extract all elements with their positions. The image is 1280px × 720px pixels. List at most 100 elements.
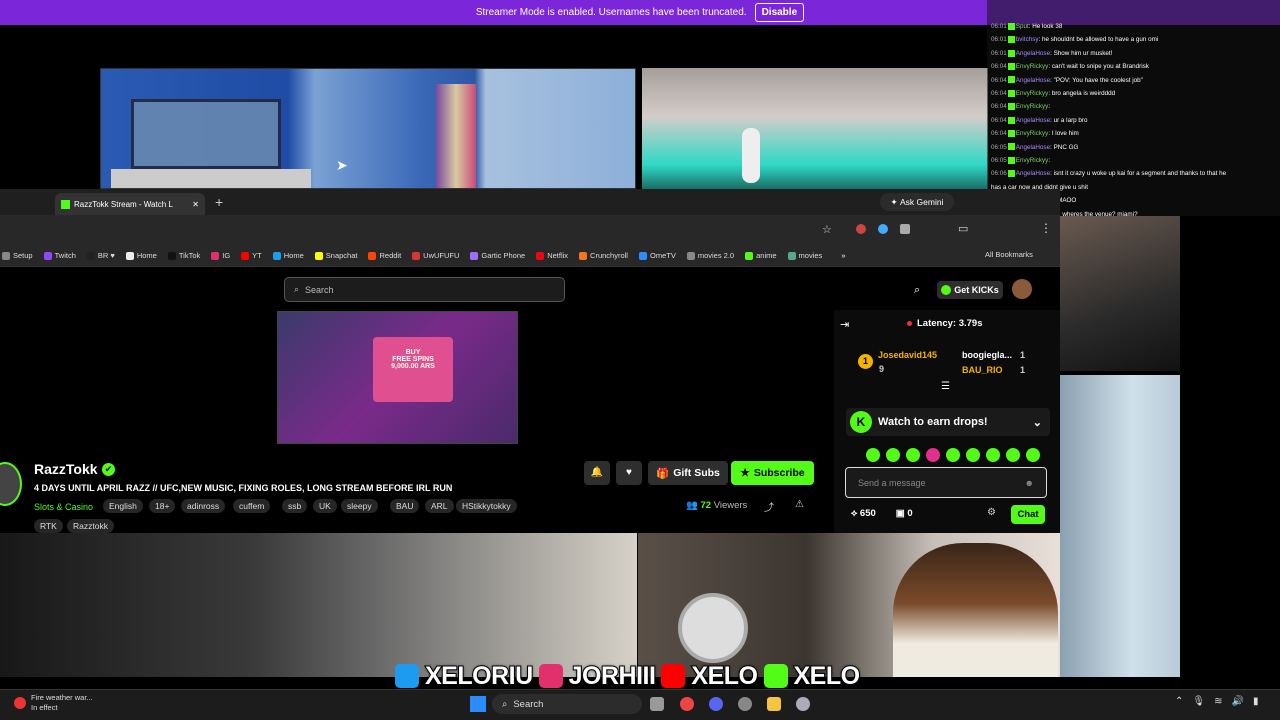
- extension-icon[interactable]: [900, 224, 910, 234]
- stream-tag[interactable]: cuffem: [233, 499, 271, 513]
- bookmark-item[interactable]: anime: [745, 251, 777, 260]
- chat-username[interactable]: AngelaHose: [1016, 77, 1050, 84]
- stream-tag[interactable]: ARL: [425, 499, 454, 513]
- stream-tag[interactable]: UK: [313, 499, 337, 513]
- more-bookmarks-icon[interactable]: »: [841, 251, 845, 260]
- chat-username[interactable]: EnvyRickyy: [1016, 90, 1049, 97]
- taskbar-search[interactable]: ⌕ Search: [492, 694, 642, 714]
- bookmark-item[interactable]: Home: [125, 251, 157, 260]
- wifi-icon[interactable]: ≋: [1214, 696, 1222, 707]
- chrome-icon[interactable]: [680, 697, 694, 711]
- bookmark-item[interactable]: Reddit: [368, 251, 401, 260]
- menu-icon[interactable]: ⋮: [1040, 221, 1052, 235]
- mic-icon[interactable]: 🎙: [1192, 696, 1205, 707]
- bookmark-item[interactable]: Snapchat: [314, 251, 357, 260]
- notification-bell-button[interactable]: 🔔: [584, 461, 610, 485]
- volume-icon[interactable]: 🔊: [1231, 696, 1243, 707]
- stream-video-player[interactable]: BUY FREE SPINS 9,000.00 ARS: [277, 311, 518, 444]
- extension-icon[interactable]: [856, 224, 866, 234]
- sidebar-icon[interactable]: ▭: [958, 222, 968, 235]
- chat-username[interactable]: EnvyRickyy: [1016, 103, 1049, 110]
- search-input[interactable]: ⌕ Search: [284, 277, 565, 302]
- stream-tag[interactable]: sleepy: [341, 499, 378, 513]
- bookmark-item[interactable]: Crunchyroll: [579, 251, 628, 260]
- chat-username[interactable]: AngelaHose: [1016, 144, 1050, 151]
- stream-tag[interactable]: Razztokk: [67, 519, 114, 533]
- chat-username[interactable]: EnvyRickyy: [1016, 130, 1049, 137]
- gear-icon[interactable]: ⚙: [987, 507, 996, 518]
- chat-username[interactable]: EnvyRickyy: [1016, 63, 1049, 70]
- extension-icon[interactable]: [878, 224, 888, 234]
- new-tab-button[interactable]: +: [215, 194, 223, 210]
- bookmark-item[interactable]: movies 2.0: [686, 251, 734, 260]
- get-kicks-button[interactable]: Get KICKs: [937, 281, 1003, 299]
- windows-start-icon[interactable]: [470, 696, 486, 712]
- bookmark-star-icon[interactable]: ☆: [822, 223, 832, 236]
- emote-icon[interactable]: [946, 448, 960, 462]
- search-icon[interactable]: ⌕: [914, 284, 920, 297]
- leaderboard-user-2[interactable]: boogiegla...: [962, 350, 1012, 360]
- bookmark-item[interactable]: movies: [787, 251, 822, 260]
- category-link[interactable]: Slots & Casino: [34, 502, 93, 512]
- chat-username[interactable]: Sput: [1016, 23, 1029, 30]
- drops-banner[interactable]: K Watch to earn drops! ⌄: [846, 408, 1050, 436]
- file-explorer-icon[interactable]: [767, 697, 781, 711]
- stream-tag[interactable]: adinross: [181, 499, 226, 513]
- weather-widget[interactable]: Fire weather war... In effect: [14, 693, 93, 713]
- follow-heart-button[interactable]: ♥: [616, 461, 642, 485]
- emote-icon[interactable]: [886, 448, 900, 462]
- subscribe-button[interactable]: ★ Subscribe: [731, 461, 814, 485]
- chat-username[interactable]: bvitchsy: [1016, 36, 1039, 43]
- battery-icon[interactable]: ▮: [1253, 696, 1259, 707]
- bookmark-item[interactable]: Netflix: [536, 251, 568, 260]
- report-icon[interactable]: ⚠: [795, 499, 804, 510]
- bookmark-item[interactable]: UwUFUFU: [412, 251, 459, 260]
- share-icon[interactable]: ⤴: [764, 499, 774, 514]
- stream-tag[interactable]: RTK: [34, 519, 63, 533]
- leaderboard-user-3[interactable]: BAU_RIO: [962, 365, 1003, 375]
- emote-icon[interactable]: [1006, 448, 1020, 462]
- emote-icon[interactable]: [866, 448, 880, 462]
- chat-username[interactable]: AngelaHose: [1016, 117, 1050, 124]
- chat-username[interactable]: AngelaHose: [1016, 50, 1050, 57]
- bookmark-item[interactable]: BR ♥: [86, 251, 115, 260]
- stream-tag[interactable]: HStikkytokky: [456, 499, 517, 513]
- bookmark-item[interactable]: YT: [241, 251, 262, 260]
- collapse-chat-icon[interactable]: ⇥: [840, 318, 849, 331]
- chat-username[interactable]: EnvyRickyy: [1016, 157, 1049, 164]
- app-icon[interactable]: [738, 697, 752, 711]
- stream-tag[interactable]: ssb: [282, 499, 308, 513]
- emote-icon[interactable]: [1026, 448, 1040, 462]
- emote-icon[interactable]: [966, 448, 980, 462]
- emoji-icon[interactable]: ☻: [1025, 478, 1034, 488]
- bookmark-item[interactable]: Home: [272, 251, 304, 260]
- chevron-up-icon[interactable]: ⌃: [1175, 696, 1183, 707]
- browser-tab[interactable]: RazzTokk Stream - Watch L ✕: [55, 193, 205, 215]
- chat-username[interactable]: AngelaHose: [1016, 170, 1050, 177]
- close-tab-icon[interactable]: ✕: [192, 200, 199, 209]
- chat-message-input[interactable]: Send a message ☻: [845, 467, 1047, 498]
- discord-icon[interactable]: [709, 697, 723, 711]
- task-view-icon[interactable]: [650, 697, 664, 711]
- chat-send-button[interactable]: Chat: [1011, 505, 1045, 524]
- expand-leaderboard-icon[interactable]: ☰: [941, 381, 950, 392]
- disable-button[interactable]: Disable: [754, 3, 805, 22]
- bookmark-item[interactable]: IG: [211, 251, 230, 260]
- emote-icon[interactable]: [906, 448, 920, 462]
- stream-tag[interactable]: BAU: [390, 499, 420, 513]
- emote-icon[interactable]: [986, 448, 1000, 462]
- points-value[interactable]: ⟡ 650: [851, 508, 876, 519]
- gift-subs-button[interactable]: 🎁 Gift Subs: [648, 461, 728, 485]
- bookmark-item[interactable]: Twitch: [43, 251, 76, 260]
- emote-icon[interactable]: [926, 448, 940, 462]
- all-bookmarks-button[interactable]: All Bookmarks: [985, 250, 1033, 259]
- bookmark-item[interactable]: TikTok: [167, 251, 200, 260]
- stream-tag[interactable]: 18+: [149, 499, 176, 513]
- settings-icon[interactable]: [796, 697, 810, 711]
- user-avatar[interactable]: [1012, 279, 1032, 299]
- streamer-name[interactable]: RazzTokk: [34, 461, 98, 477]
- bookmark-item[interactable]: Setup: [2, 251, 33, 260]
- leaderboard-user-1[interactable]: Josedavid145: [878, 350, 937, 360]
- bookmark-item[interactable]: Gartic Phone: [470, 251, 525, 260]
- ask-gemini-button[interactable]: ✦ Ask Gemini: [880, 193, 954, 211]
